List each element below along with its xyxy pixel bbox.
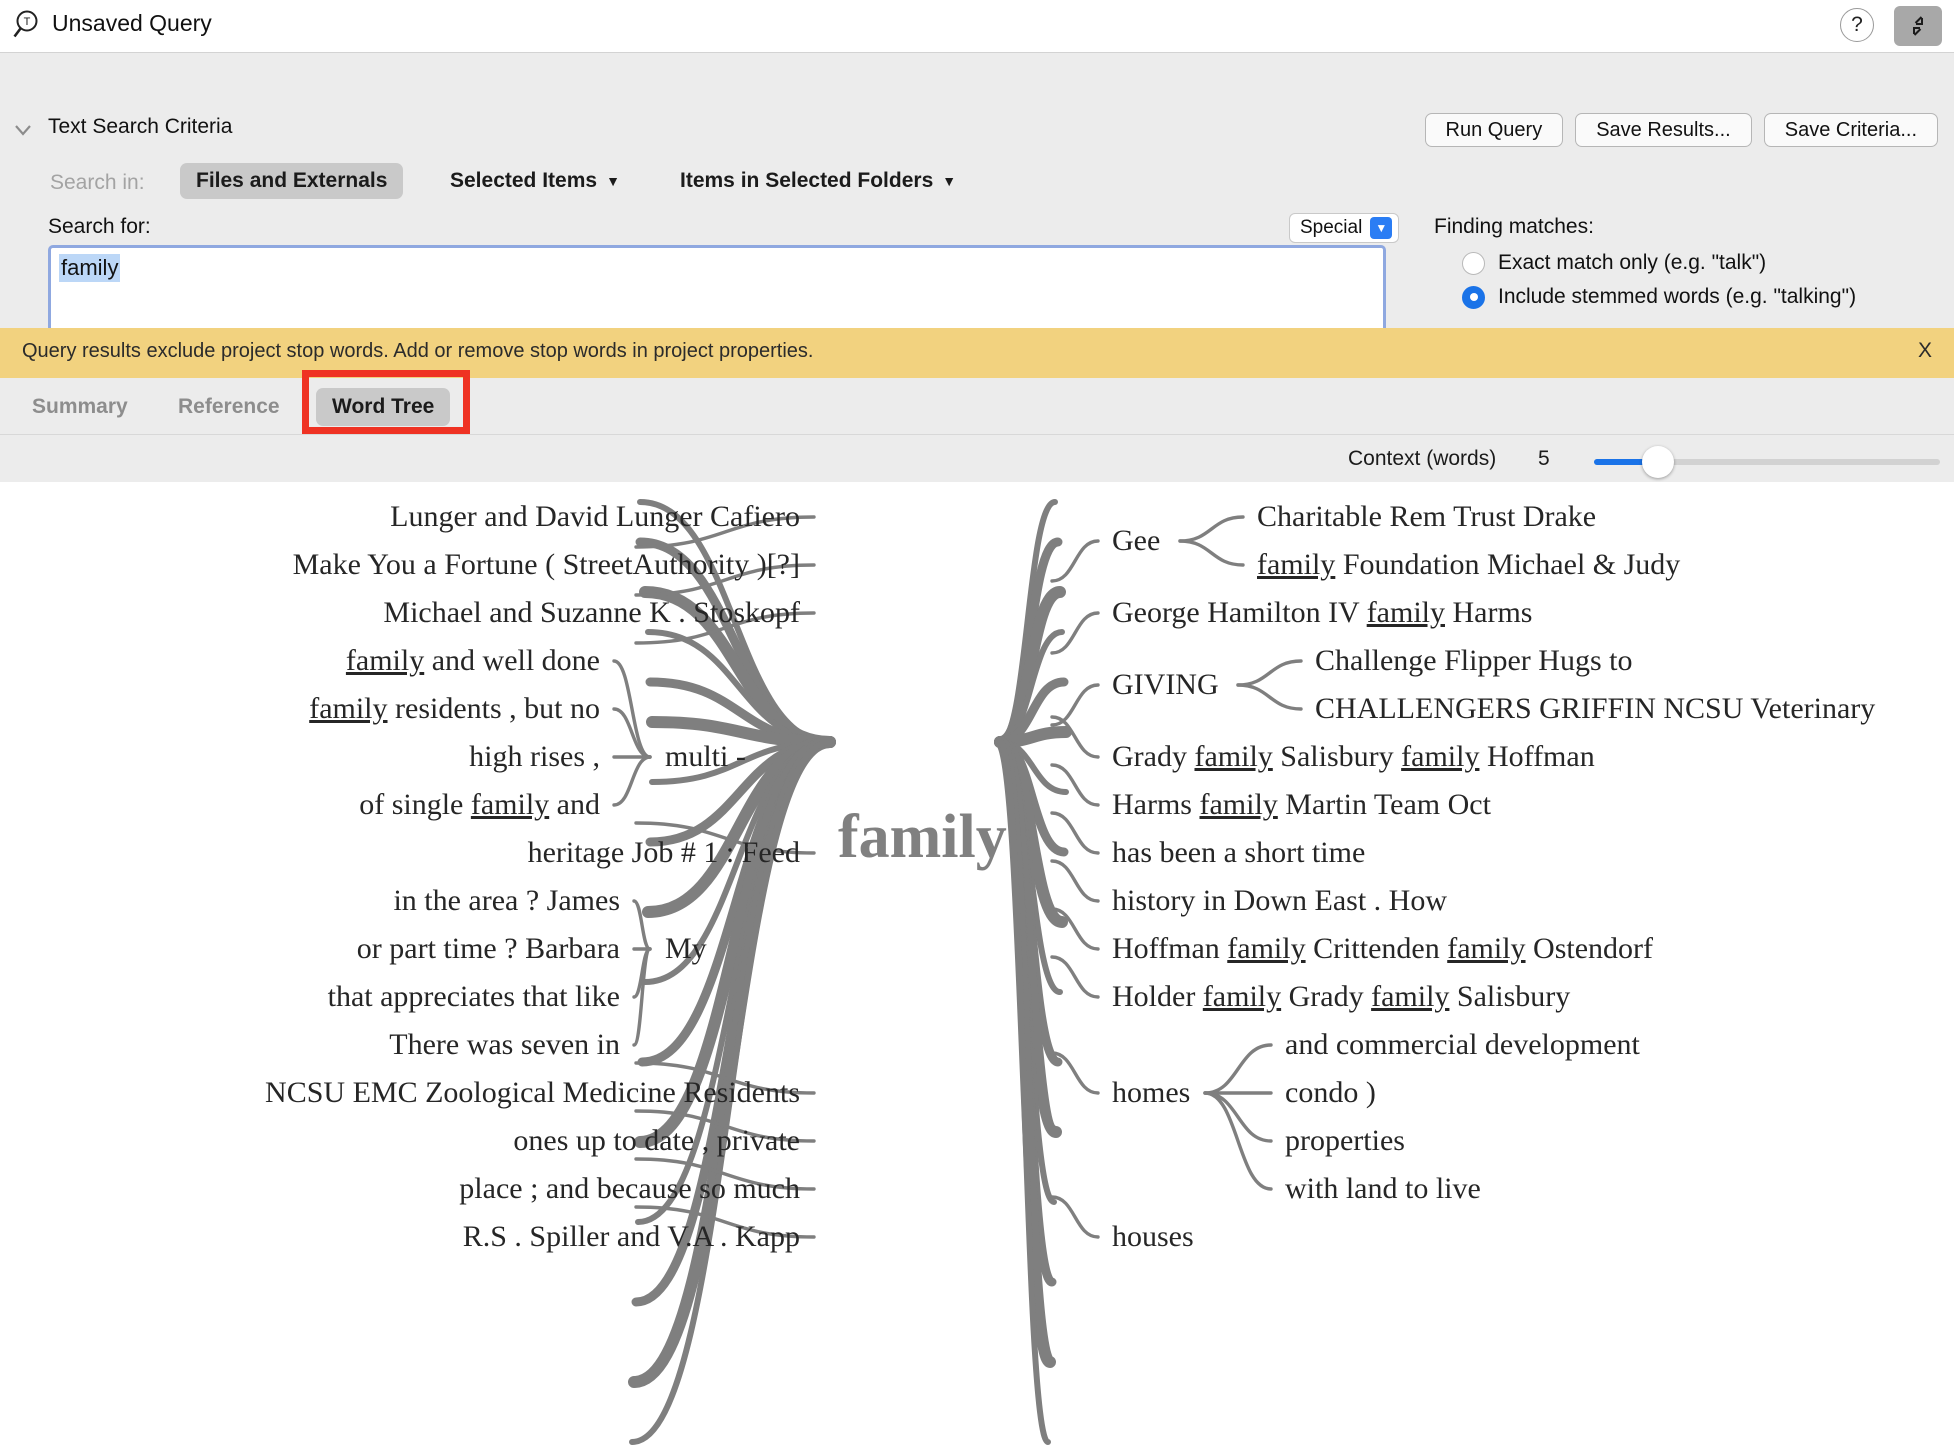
branch-line bbox=[1203, 1043, 1273, 1095]
word-tree-root-word[interactable]: family bbox=[838, 802, 1007, 873]
word-tree-right-node[interactable]: homes bbox=[1112, 1078, 1190, 1108]
context-words-bar: Context (words) 5 bbox=[0, 434, 1954, 484]
criteria-action-buttons: Run Query Save Results... Save Criteria.… bbox=[1424, 113, 1938, 147]
finding-matches-label: Finding matches: bbox=[1434, 215, 1594, 238]
word-tree-left-phrase[interactable]: NCSU EMC Zoological Medicine Residents bbox=[265, 1078, 800, 1108]
word-tree-left-phrase[interactable]: There was seven in bbox=[389, 1030, 620, 1060]
word-tree-right-phrase[interactable]: Hoffman family Crittenden family Ostendo… bbox=[1112, 934, 1653, 964]
close-icon[interactable]: X bbox=[1918, 339, 1932, 363]
word-tree-left-node[interactable]: My bbox=[665, 934, 707, 964]
word-tree-right-phrase[interactable]: houses bbox=[1112, 1222, 1194, 1252]
chevron-down-icon: ▼ bbox=[1370, 217, 1393, 239]
word-tree-right-phrase[interactable]: family Foundation Michael & Judy bbox=[1257, 550, 1680, 580]
chevron-down-icon: ▼ bbox=[606, 173, 620, 189]
radio-include-stemmed-words[interactable]: Include stemmed words (e.g. "talking") bbox=[1462, 285, 1856, 309]
query-window: T Unsaved Query ? Text Search Criteria R… bbox=[0, 0, 1954, 1448]
word-tree-right-phrase[interactable]: with land to live bbox=[1285, 1174, 1481, 1204]
save-criteria-button[interactable]: Save Criteria... bbox=[1763, 113, 1938, 147]
window-title: Unsaved Query bbox=[52, 10, 212, 36]
word-tree-right-phrase[interactable]: Holder family Grady family Salisbury bbox=[1112, 982, 1570, 1012]
scope-label: Items in Selected Folders bbox=[680, 169, 934, 192]
radio-label: Exact match only (e.g. "talk") bbox=[1498, 251, 1767, 274]
word-tree-left-phrase[interactable]: heritage Job # 1 : Feed bbox=[528, 838, 800, 868]
word-tree-left-phrase[interactable]: Michael and Suzanne K . Stoskopf bbox=[383, 598, 800, 628]
word-tree-branches bbox=[612, 499, 1303, 1445]
word-tree-right-phrase[interactable]: condo ) bbox=[1285, 1078, 1376, 1108]
scope-label: Selected Items bbox=[450, 169, 598, 192]
results-tab-bar: Summary Reference Word Tree bbox=[0, 378, 1954, 434]
branch-line bbox=[1178, 539, 1245, 567]
run-query-button[interactable]: Run Query bbox=[1424, 113, 1564, 147]
word-tree-left-phrase[interactable]: high rises , bbox=[469, 742, 600, 772]
word-tree-left-phrase[interactable]: or part time ? Barbara bbox=[357, 934, 620, 964]
title-bar: T Unsaved Query ? bbox=[0, 0, 1954, 52]
branch-line bbox=[1050, 1195, 1100, 1239]
radio-exact-match-only[interactable]: Exact match only (e.g. "talk") bbox=[1462, 251, 1766, 275]
word-tree-left-phrase[interactable]: in the area ? James bbox=[393, 886, 620, 916]
word-tree-left-phrase[interactable]: family residents , but no bbox=[309, 694, 600, 724]
branch-line bbox=[1236, 659, 1303, 687]
word-tree-right-node[interactable]: Gee bbox=[1112, 526, 1160, 556]
radio-label: Include stemmed words (e.g. "talking") bbox=[1498, 285, 1857, 308]
word-tree-left-phrase[interactable]: R.S . Spiller and V.A . Kapp bbox=[463, 1222, 800, 1252]
tab-reference[interactable]: Reference bbox=[162, 388, 296, 426]
context-words-value: 5 bbox=[1538, 447, 1550, 470]
branch-line bbox=[612, 755, 652, 807]
warning-message: Query results exclude project stop words… bbox=[22, 340, 814, 362]
word-tree-right-phrase[interactable]: history in Down East . How bbox=[1112, 886, 1447, 916]
radio-icon-selected bbox=[1462, 285, 1485, 309]
search-in-label: Search in: bbox=[50, 171, 145, 194]
text-search-criteria-panel: Text Search Criteria Run Query Save Resu… bbox=[0, 52, 1954, 357]
context-words-label: Context (words) bbox=[1348, 447, 1497, 470]
search-input-value: family bbox=[59, 254, 121, 282]
collapse-icon[interactable] bbox=[1894, 6, 1942, 46]
help-button[interactable]: ? bbox=[1840, 8, 1874, 42]
chevron-down-icon[interactable] bbox=[12, 119, 34, 141]
slider-knob[interactable] bbox=[1642, 446, 1674, 478]
word-tree-right-phrase[interactable]: and commercial development bbox=[1285, 1030, 1640, 1060]
stop-words-warning-bar: Query results exclude project stop words… bbox=[0, 328, 1954, 378]
svg-text:T: T bbox=[24, 16, 31, 28]
scope-files-and-externals[interactable]: Files and Externals bbox=[180, 163, 404, 199]
branch-line bbox=[1050, 539, 1100, 583]
save-results-button[interactable]: Save Results... bbox=[1575, 113, 1752, 147]
context-words-slider[interactable] bbox=[1594, 446, 1940, 478]
word-tree-tab-highlight bbox=[302, 370, 470, 434]
word-tree-right-phrase[interactable]: has been a short time bbox=[1112, 838, 1365, 868]
word-tree-left-phrase[interactable]: family and well done bbox=[346, 646, 600, 676]
special-dropdown[interactable]: Special ▼ bbox=[1290, 214, 1399, 242]
word-tree-left-phrase[interactable]: of single family and bbox=[359, 790, 600, 820]
word-tree-right-phrase[interactable]: Challenge Flipper Hugs to bbox=[1315, 646, 1632, 676]
word-tree-left-phrase[interactable]: ones up to date , private bbox=[513, 1126, 800, 1156]
word-tree-right-node[interactable]: GIVING bbox=[1112, 670, 1219, 700]
word-tree-right-phrase[interactable]: George Hamilton IV family Harms bbox=[1112, 598, 1532, 628]
scope-items-in-selected-folders[interactable]: Items in Selected Folders ▼ bbox=[680, 163, 956, 199]
radio-icon bbox=[1462, 251, 1485, 275]
word-tree-canvas[interactable]: family Lunger and David Lunger Cafiero Ma… bbox=[0, 482, 1954, 1448]
branch-line bbox=[1178, 515, 1245, 543]
word-tree-left-phrase[interactable]: place ; and because so much bbox=[459, 1174, 800, 1204]
scope-label: Files and Externals bbox=[196, 169, 388, 192]
word-tree-left-phrase[interactable]: Make You a Fortune ( StreetAuthority )[?… bbox=[293, 550, 800, 580]
word-tree-left-node[interactable]: multi - bbox=[665, 742, 746, 772]
chevron-down-icon: ▼ bbox=[942, 173, 957, 189]
word-tree-left-phrase[interactable]: that appreciates that like bbox=[328, 982, 620, 1012]
text-search-icon: T bbox=[12, 8, 46, 42]
word-tree-right-phrase[interactable]: CHALLENGERS GRIFFIN NCSU Veterinary bbox=[1315, 694, 1875, 724]
branch-line bbox=[1203, 1091, 1273, 1143]
branch-line bbox=[1236, 683, 1303, 711]
word-tree-right-phrase[interactable]: Charitable Rem Trust Drake bbox=[1257, 502, 1596, 532]
special-label: Special bbox=[1300, 217, 1363, 238]
tab-summary[interactable]: Summary bbox=[16, 388, 144, 426]
word-tree-right-phrase[interactable]: Grady family Salisbury family Hoffman bbox=[1112, 742, 1595, 772]
word-tree-right-phrase[interactable]: Harms family Martin Team Oct bbox=[1112, 790, 1491, 820]
word-tree-right-phrase[interactable]: properties bbox=[1285, 1126, 1405, 1156]
branch-line bbox=[1050, 859, 1100, 903]
word-tree-left-phrase[interactable]: Lunger and David Lunger Cafiero bbox=[390, 502, 800, 532]
search-for-label: Search for: bbox=[48, 215, 151, 238]
scope-selected-items[interactable]: Selected Items ▼ bbox=[450, 163, 620, 199]
criteria-section-title: Text Search Criteria bbox=[48, 115, 233, 138]
branch-line bbox=[1050, 763, 1100, 807]
